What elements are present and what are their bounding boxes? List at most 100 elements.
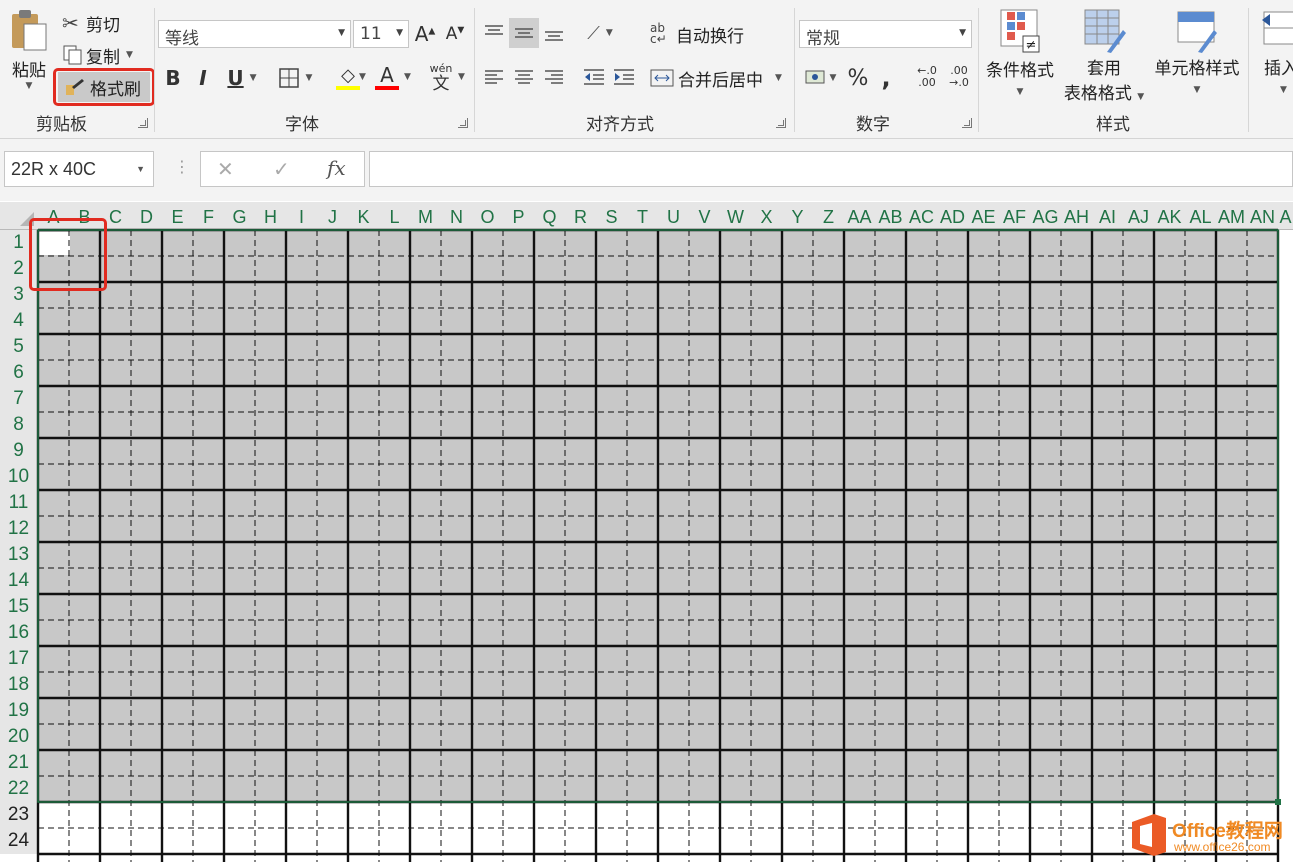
chevron-down-icon: ▼	[249, 73, 257, 83]
percent-button[interactable]: %	[845, 64, 871, 92]
conditional-format-label: 条件格式	[986, 61, 1054, 81]
font-name-select[interactable]: 等线 ▼	[158, 20, 351, 49]
styles-group-label: 样式	[1096, 115, 1130, 135]
italic-button[interactable]: I	[190, 64, 216, 92]
enter-icon[interactable]: ✓	[273, 157, 290, 181]
clipboard-launcher-icon[interactable]	[138, 118, 148, 128]
chevron-down-icon[interactable]: ▼	[359, 72, 366, 82]
align-bottom-button[interactable]	[540, 18, 568, 48]
cell-styles-button[interactable]: 单元格样式 ▼	[1150, 8, 1244, 100]
chevron-down-icon[interactable]: ▼	[458, 72, 465, 82]
font-name-value: 等线	[165, 29, 199, 49]
comma-button[interactable]: ,	[876, 64, 896, 92]
number-group-label: 数字	[856, 115, 890, 135]
align-right-button[interactable]	[540, 62, 568, 92]
chevron-down-icon: ▼	[338, 28, 345, 38]
merge-center-icon	[650, 69, 674, 87]
align-left-button[interactable]	[480, 62, 508, 92]
table-format-label-2: 表格格式 ▼	[1063, 84, 1145, 104]
font-launcher-icon[interactable]	[458, 118, 468, 128]
increase-font-button[interactable]: A▲	[413, 20, 437, 48]
increase-indent-icon	[614, 69, 634, 85]
decrease-indent-button[interactable]	[580, 62, 608, 92]
format-painter-highlight	[53, 68, 155, 106]
source-cells-highlight	[29, 218, 107, 291]
underline-icon: U	[227, 66, 244, 90]
alignment-launcher-icon[interactable]	[776, 118, 786, 128]
chevron-down-icon: ▼	[305, 73, 313, 83]
align-center-icon	[515, 70, 533, 84]
decrease-indent-icon	[584, 69, 604, 85]
table-format-label-1: 套用	[1087, 59, 1121, 79]
font-size-select[interactable]: 11 ▼	[353, 20, 409, 48]
name-box-value: 22R x 40C	[11, 159, 97, 179]
name-box[interactable]: 22R x 40C ▼	[4, 151, 154, 187]
paste-button[interactable]: 粘贴 ▼	[6, 8, 52, 100]
comma-icon: ,	[881, 64, 891, 92]
currency-icon	[805, 70, 825, 84]
wrap-text-button[interactable]: ab c↵ 自动换行	[650, 20, 744, 48]
selection-handle[interactable]	[1275, 799, 1281, 805]
insert-button[interactable]: 插入 ▼	[1258, 8, 1293, 100]
alignment-group-label: 对齐方式	[586, 115, 654, 135]
increase-decimal-button[interactable]: ←.0 .00	[912, 62, 942, 92]
copy-label: 复制	[86, 47, 120, 68]
chevron-down-icon[interactable]: ▼	[136, 164, 145, 174]
decrease-decimal-button[interactable]: .00 →.0	[944, 62, 974, 92]
format-as-table-button[interactable]: 套用 表格格式 ▼	[1060, 8, 1148, 108]
border-icon	[278, 68, 299, 88]
number-format-select[interactable]: 常规 ▼	[799, 20, 972, 49]
cut-button[interactable]: ✂ 剪切	[62, 10, 120, 36]
chevron-down-icon: ▼	[775, 73, 782, 83]
group-separator	[154, 8, 155, 132]
align-center-button[interactable]	[510, 62, 538, 92]
copy-button[interactable]: 复制 ▼	[62, 42, 133, 68]
orientation-button[interactable]: ⟋ ▼	[578, 18, 622, 48]
underline-button[interactable]: U ▼	[220, 64, 264, 92]
cell-styles-icon	[1177, 11, 1217, 53]
align-right-icon	[545, 70, 563, 84]
chevron-down-icon: ▼	[829, 73, 837, 83]
font-color-button[interactable]: A	[372, 62, 402, 92]
align-left-icon	[485, 70, 503, 84]
align-top-button[interactable]	[480, 18, 508, 48]
font-group-label: 字体	[285, 115, 319, 135]
border-button[interactable]: ▼	[272, 64, 318, 92]
formula-buttons: ✕ ✓ fx	[200, 151, 365, 187]
conditional-format-icon: ≠	[1000, 9, 1040, 53]
chevron-down-icon: ▼	[1193, 85, 1201, 95]
scissors-icon: ✂	[62, 11, 79, 35]
chevron-down-icon: ▼	[1280, 85, 1287, 95]
worksheet: A B C D E F G H I J K L M N O P Q R S T U V W X Y Z AA AB AC AD AE AF AG…	[0, 202, 1293, 862]
cancel-icon[interactable]: ✕	[217, 157, 234, 181]
cell-grid[interactable]	[0, 202, 1293, 862]
cut-label: 剪切	[86, 15, 120, 36]
insert-function-icon[interactable]: fx	[327, 156, 346, 180]
font-color-swatch	[375, 86, 399, 90]
formula-input[interactable]	[369, 151, 1293, 187]
merge-center-label: 合并后居中	[678, 70, 763, 91]
chevron-down-icon: ▼	[959, 28, 966, 38]
italic-icon: I	[199, 66, 207, 90]
svg-text:≠: ≠	[1026, 38, 1037, 53]
phonetic-button[interactable]: wén 文	[426, 62, 456, 94]
office-logo-icon	[1132, 814, 1166, 856]
insert-label: 插入	[1264, 59, 1293, 79]
decrease-font-button[interactable]: A▼	[443, 20, 467, 48]
merge-center-button[interactable]: 合并后居中 ▼	[650, 64, 782, 92]
number-launcher-icon[interactable]	[962, 118, 972, 128]
bold-button[interactable]: B	[160, 64, 186, 92]
font-color-icon: A	[380, 63, 394, 87]
chevron-down-icon[interactable]: ▼	[404, 72, 411, 82]
percent-icon: %	[847, 65, 869, 91]
align-middle-button[interactable]	[509, 18, 539, 48]
currency-button[interactable]: ▼	[800, 64, 840, 92]
conditional-format-button[interactable]: ≠ 条件格式 ▼	[982, 8, 1058, 100]
chevron-down-icon: ▼	[1137, 92, 1145, 102]
clipboard-group-label: 剪贴板	[36, 115, 87, 135]
copy-icon	[63, 45, 82, 65]
group-separator	[1248, 8, 1249, 132]
group-separator	[474, 8, 475, 132]
orientation-icon: ⟋	[587, 22, 600, 44]
increase-indent-button[interactable]	[610, 62, 638, 92]
